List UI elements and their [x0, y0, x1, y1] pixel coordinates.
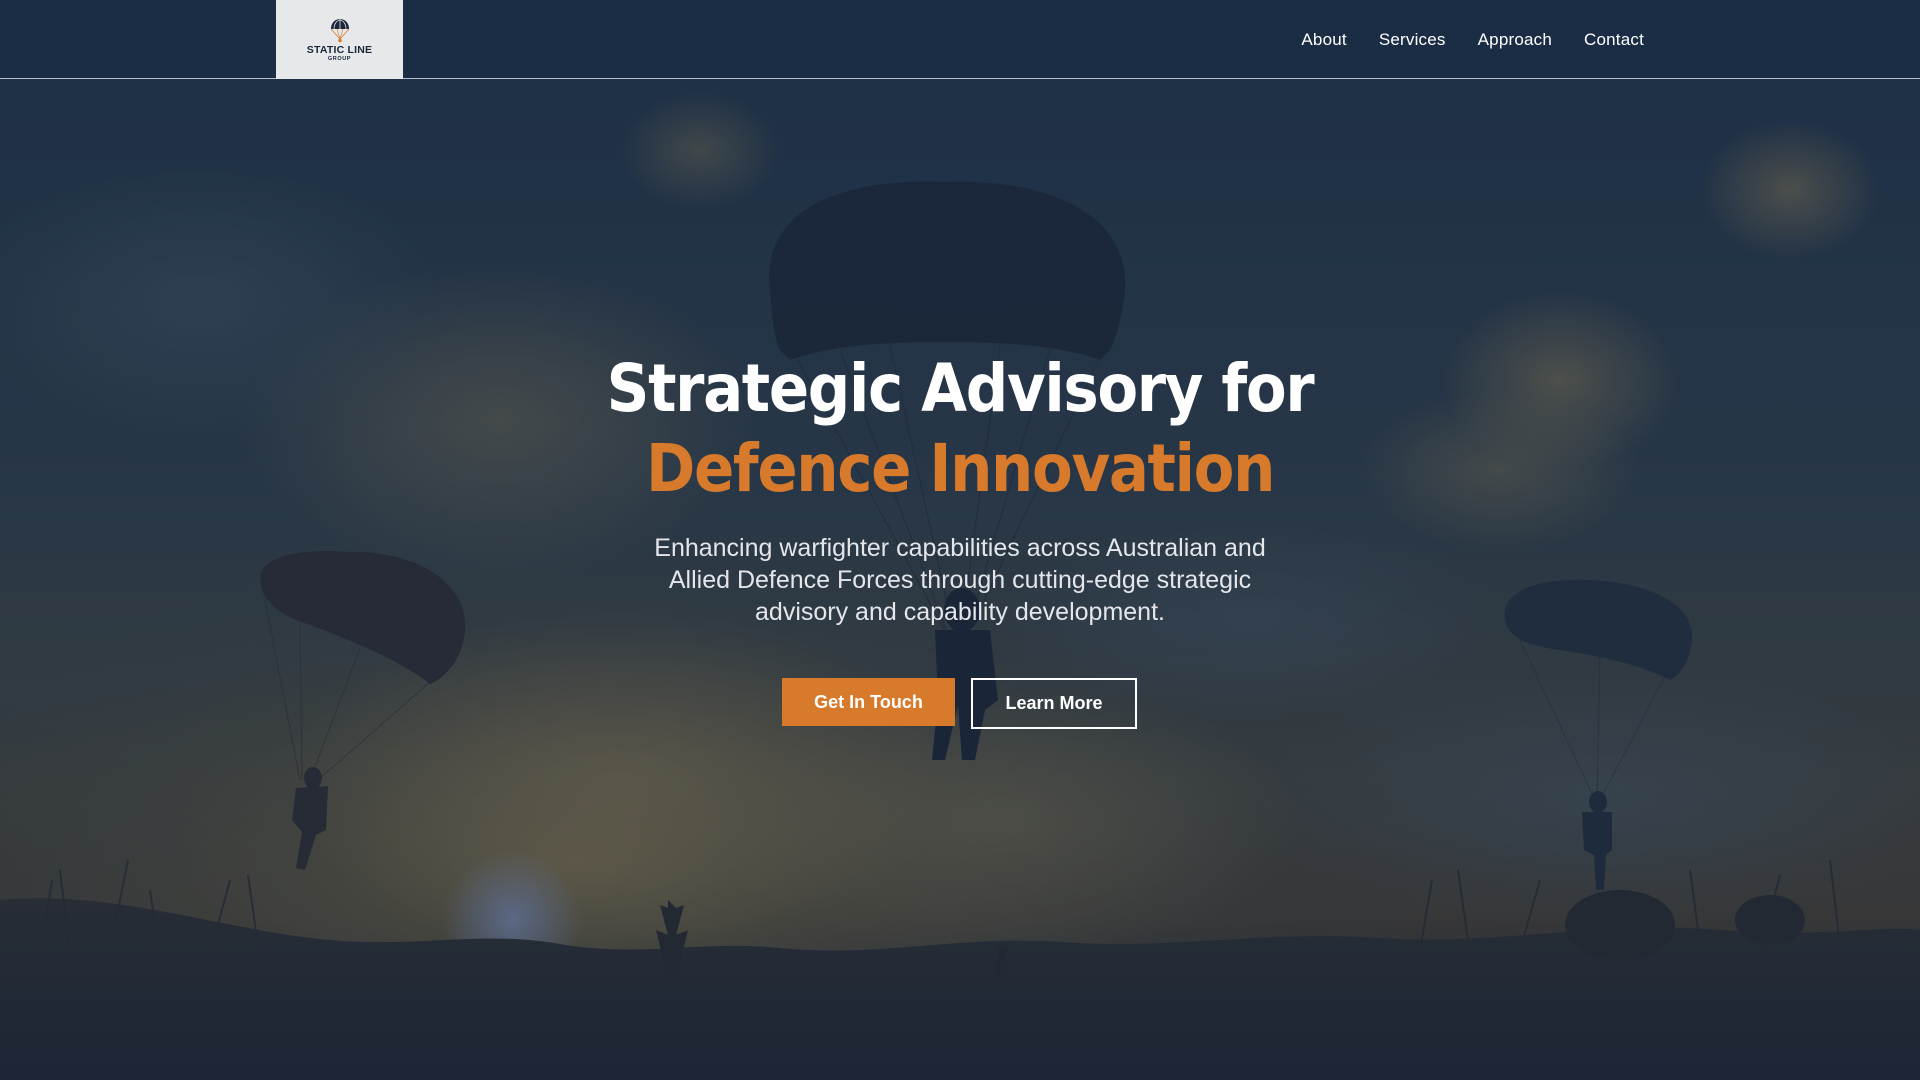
hero-title-line1: Strategic Advisory for [606, 350, 1315, 427]
logo[interactable]: STATIC LINE GROUP [276, 0, 403, 79]
nav-item-approach[interactable]: Approach [1478, 30, 1552, 50]
logo-subtitle: GROUP [327, 56, 352, 62]
logo-name: STATIC LINE [306, 44, 373, 56]
nav-item-about[interactable]: About [1301, 30, 1346, 50]
hero-title-highlight: Defence Innovation [645, 430, 1275, 507]
nav-item-contact[interactable]: Contact [1584, 30, 1644, 50]
page: STATIC LINE GROUP About Services Approac… [0, 0, 1920, 1080]
site-header: STATIC LINE GROUP About Services Approac… [0, 0, 1920, 79]
hero-title: Strategic Advisory for Defence Innovatio… [0, 349, 1920, 509]
main-nav: About Services Approach Contact [1301, 0, 1644, 79]
nav-item-services[interactable]: Services [1379, 30, 1446, 50]
parachute-icon [330, 19, 349, 43]
get-in-touch-button[interactable]: Get In Touch [782, 678, 955, 726]
hero-section: Strategic Advisory for Defence Innovatio… [0, 79, 1920, 1080]
learn-more-button[interactable]: Learn More [971, 678, 1137, 729]
hero-subtitle: Enhancing warfighter capabilities across… [654, 534, 1266, 626]
